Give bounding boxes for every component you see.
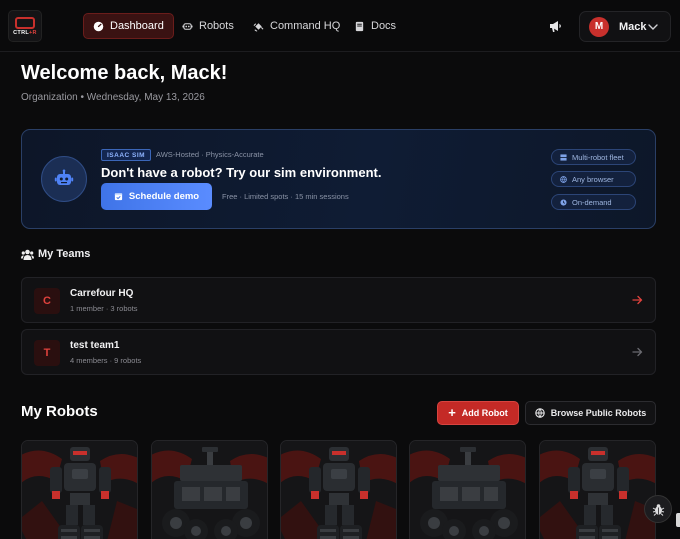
user-name: Mack — [619, 20, 647, 33]
rover-robot-image — [152, 441, 267, 539]
team-badge: T — [34, 340, 60, 366]
team-meta: 1 member · 3 robots — [70, 304, 138, 313]
globe-icon — [534, 408, 545, 418]
team-meta: 4 members · 9 robots — [70, 356, 142, 365]
page-title: Welcome back, Mack! — [21, 62, 228, 84]
brand-logo[interactable]: CTRL+R — [8, 10, 42, 42]
sim-bot-avatar — [41, 156, 87, 202]
my-teams-heading: My Teams — [21, 248, 90, 260]
users-icon — [21, 249, 34, 260]
robot-icon — [182, 22, 193, 30]
page-subtitle: Organization • Wednesday, May 13, 2026 — [21, 92, 205, 103]
feature-pill-multi-robot: Multi-robot fleet — [551, 149, 636, 165]
book-icon — [355, 21, 364, 31]
nav-robots[interactable]: Robots — [172, 13, 244, 39]
isaac-sim-chip: ISAAC SIM — [101, 149, 152, 161]
schedule-demo-button[interactable]: Schedule demo — [101, 183, 212, 210]
gauge-icon — [93, 21, 104, 31]
demo-session-meta: Free · Limited spots · 15 min sessions — [222, 192, 349, 201]
arrow-right-icon — [632, 347, 643, 357]
nav-command-hq-label: Command HQ — [270, 20, 341, 32]
robot-card[interactable] — [409, 440, 526, 539]
feature-pill-on-demand: On-demand — [551, 194, 636, 210]
nav-robots-label: Robots — [199, 20, 234, 32]
bug-report-button[interactable] — [644, 495, 672, 523]
add-robot-button[interactable]: + Add Robot — [437, 401, 519, 425]
satellite-icon — [253, 22, 264, 32]
plus-icon: + — [448, 405, 456, 420]
sim-hosting-meta: AWS-Hosted · Physics-Accurate — [156, 150, 264, 159]
humanoid-robot-image — [281, 441, 396, 539]
rover-robot-image — [410, 441, 525, 539]
top-navbar: CTRL+R Dashboard Robots Command HQ Docs … — [0, 0, 680, 52]
humanoid-robot-image — [22, 441, 137, 539]
clock-icon — [560, 198, 567, 206]
team-badge: C — [34, 288, 60, 314]
browse-public-robots-button[interactable]: Browse Public Robots — [525, 401, 656, 425]
my-robots-heading: My Robots — [21, 403, 98, 420]
avatar: M — [589, 16, 609, 37]
server-icon — [560, 153, 567, 161]
robot-card[interactable] — [539, 440, 656, 539]
megaphone-icon[interactable] — [548, 19, 562, 33]
side-panel-handle[interactable] — [676, 513, 680, 527]
sim-banner-title: Don't have a robot? Try our sim environm… — [101, 165, 382, 180]
bug-icon — [652, 503, 664, 516]
nav-docs[interactable]: Docs — [344, 13, 406, 39]
nav-dashboard[interactable]: Dashboard — [83, 13, 174, 39]
robot-card[interactable] — [280, 440, 397, 539]
globe-icon — [560, 175, 567, 183]
feature-pill-any-browser: Any browser — [551, 171, 636, 187]
robot-card[interactable] — [151, 440, 268, 539]
team-name: test team1 — [70, 340, 120, 351]
schedule-demo-label: Schedule demo — [128, 191, 200, 202]
chevron-down-icon — [648, 24, 658, 30]
robot-icon — [54, 169, 74, 185]
nav-command-hq[interactable]: Command HQ — [243, 13, 350, 39]
humanoid-robot-image — [540, 441, 655, 539]
team-card[interactable]: T test team1 4 members · 9 robots — [21, 329, 656, 375]
user-menu-button[interactable]: M Mack — [579, 11, 671, 42]
nav-dashboard-label: Dashboard — [110, 20, 164, 32]
nav-docs-label: Docs — [371, 20, 397, 32]
calendar-icon — [114, 193, 122, 201]
team-card[interactable]: C Carrefour HQ 1 member · 3 robots — [21, 277, 656, 323]
arrow-right-icon — [632, 295, 643, 305]
sim-promo-banner: ISAAC SIM AWS-Hosted · Physics-Accurate … — [21, 129, 656, 229]
team-name: Carrefour HQ — [70, 288, 134, 299]
robot-card[interactable] — [21, 440, 138, 539]
